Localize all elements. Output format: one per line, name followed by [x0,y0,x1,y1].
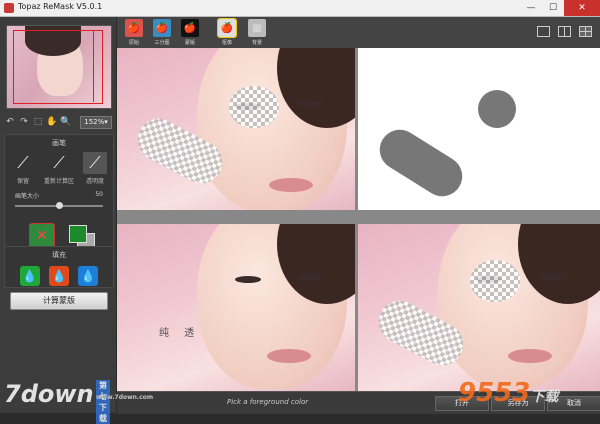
brush-recompute[interactable]: ⟋ 重新计算区 [43,152,75,185]
window-title: Topaz ReMask V5.0.1 [18,2,103,11]
zoom-select[interactable]: 152%▾ [80,115,112,129]
fill-keep-button[interactable]: 💧 [19,266,40,286]
mask-shape [372,122,470,204]
fill-buttons: 💧 💧 💧 [15,266,103,286]
close-button[interactable]: ✕ [564,0,600,16]
transparency-brush-icon: ⟋ [83,152,107,174]
logo-text: 7down [4,380,94,408]
photo-lips [267,349,311,363]
undo-icon[interactable]: ↶ [4,116,16,128]
tab-background[interactable]: ▦ 背景 [247,19,267,46]
minimize-button[interactable]: — [520,0,542,16]
logo-url: www.7down.com [96,394,154,401]
pane-mask[interactable] [358,48,600,210]
compute-mask-button[interactable]: 计算蒙版 [10,292,108,310]
window-controls: — ☐ ✕ [520,0,600,16]
photo-eye [538,274,564,281]
transparency-stroke [470,260,520,302]
trimap-view-icon: 🍎 [153,19,171,37]
photo-lips [508,349,552,363]
brush-label: 保留 [16,178,29,185]
tab-mask[interactable]: 🍎 蒙版 [180,19,200,46]
background-view-icon: ▦ [248,19,266,37]
fill-recompute-button[interactable]: 💧 [78,266,99,286]
navigator-thumbnail[interactable] [6,25,112,109]
viewport-rectangle[interactable] [13,30,103,104]
mask-view-icon: 🍎 [181,19,199,37]
redo-icon[interactable]: ↷ [18,116,30,128]
logo-text: 9553 [458,378,531,408]
brush-size-slider[interactable] [15,202,103,209]
foreground-color-swatch[interactable] [69,225,87,243]
tab-label: 蒙版 [184,40,195,46]
tab-cutout[interactable]: 🍎 抠像 [217,18,237,46]
title-bar: Topaz ReMask V5.0.1 — ☐ ✕ [0,0,600,17]
logo-subtitle: 第七下载 [96,380,110,424]
status-hint: Pick a foreground color [227,398,309,406]
sidebar: ↶ ↷ ⬚ ✋ 🔍 152%▾ 画笔 ⟋ 保留 ⟋ 重新计算区 ⟋ 透明度 画笔… [0,17,116,413]
split-line [564,27,565,36]
fill-panel: 填充 💧 💧 💧 [4,246,114,288]
single-layout-button[interactable] [537,26,550,37]
fill-drop-button[interactable]: 💧 [48,266,69,286]
watermark-logo-right: 9553下载 [458,378,558,408]
brush-transparency[interactable]: ⟋ 透明度 [79,152,111,185]
tab-original[interactable]: 🍎 原始 [124,19,144,46]
viewport-divider [93,30,94,102]
photo-eye [297,100,323,107]
tab-label: 三分图 [154,40,170,46]
view-toolbar: 🍎 原始 🍎 三分图 🍎 蒙版 🍎 抠像 ▦ 背景 [117,17,600,49]
brush-label: 重新计算区 [43,178,74,185]
keep-brush-icon: ⟋ [17,153,29,172]
app-icon [4,3,14,13]
transparency-stroke [229,86,279,128]
watermark-logo-left: 7down 第七下载 www.7down.com [4,380,153,424]
maximize-button[interactable]: ☐ [542,0,564,16]
overlay-text: 纯 透 [159,328,201,339]
fill-panel-title: 填充 [52,251,66,259]
cutout-view-icon: 🍎 [217,18,237,38]
pane-background[interactable] [358,224,600,391]
tab-trimap[interactable]: 🍎 三分图 [152,19,172,46]
photo-eye [235,276,261,283]
selection-icon[interactable]: ⬚ [32,116,44,128]
brush-size-label: 画笔大小 [15,193,40,200]
hand-icon[interactable]: ✋ [46,116,58,128]
tab-label: 背景 [251,40,262,46]
slider-knob[interactable] [56,202,63,209]
quad-layout-button[interactable] [579,26,592,37]
photo-eye [297,274,323,281]
image-canvas[interactable]: 纯 透 [117,48,600,391]
split-line [580,31,591,32]
logo-subtitle: 下载 [530,389,559,405]
brush-keep[interactable]: ⟋ 保留 [7,152,39,185]
brush-panel-title: 画笔 [52,139,66,147]
pane-cutout[interactable]: 纯 透 [117,224,355,391]
brush-label: 透明度 [85,178,104,185]
zoom-icon[interactable]: 🔍 [60,116,72,128]
dual-layout-button[interactable] [558,26,571,37]
original-view-icon: 🍎 [125,19,143,37]
mask-shape [478,90,516,128]
tool-row: ↶ ↷ ⬚ ✋ 🔍 152%▾ [4,114,112,130]
brush-size-value: 50 [95,191,103,198]
photo-lips [269,178,313,192]
recompute-brush-icon: ⟋ [53,153,65,172]
brush-size-row: 画笔大小 50 [5,191,113,200]
brush-list: ⟋ 保留 ⟋ 重新计算区 ⟋ 透明度 [5,152,113,185]
tab-label: 原始 [128,40,139,46]
pane-original[interactable] [117,48,355,210]
tab-label: 抠像 [221,40,232,46]
